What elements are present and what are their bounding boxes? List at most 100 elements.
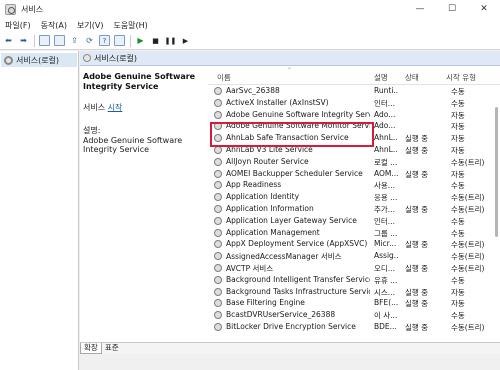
service-status: 실행 중: [405, 299, 429, 309]
service-description: Assig...: [374, 251, 398, 261]
service-name: AppX Deployment Service (AppXSVC): [226, 239, 368, 249]
service-startup-type: 수동(트리): [451, 252, 485, 262]
menu-view[interactable]: 보기(V): [72, 20, 108, 31]
service-gear-icon: [214, 145, 222, 154]
service-description: 인터...: [374, 216, 395, 226]
forward-arrow-icon[interactable]: ➡: [18, 35, 29, 46]
service-startup-type: 수동: [451, 98, 465, 108]
refresh-icon[interactable]: ⟳: [84, 35, 95, 46]
tree-item-services-local[interactable]: 서비스(로컬): [1, 53, 77, 67]
menu-bar: 파일(F) 동작(A) 보기(V) 도움말(H): [0, 18, 500, 32]
export-icon[interactable]: ⇪: [69, 35, 80, 46]
service-row[interactable]: BitLocker Drive Encryption Service BDE...…: [208, 321, 500, 333]
scroll-thumb[interactable]: [495, 107, 498, 237]
menu-help[interactable]: 도움말(H): [108, 20, 152, 31]
service-row[interactable]: Application Identity 응용 ... 수동(트리): [208, 191, 500, 203]
back-arrow-icon[interactable]: ⬅: [3, 35, 14, 46]
service-description: 추가...: [374, 204, 395, 214]
list-header: ⌃ 이름 설명 상태 시작 유형: [208, 67, 500, 85]
pause-icon[interactable]: ❚❚: [165, 35, 177, 46]
title-bar: 서비스 — ☐ ✕: [0, 0, 500, 18]
pane-header-title: 서비스(로컬): [94, 53, 138, 63]
help-icon[interactable]: ?: [99, 35, 110, 46]
service-row[interactable]: AppX Deployment Service (AppXSVC) Micr...…: [208, 238, 500, 250]
status-bar: [80, 354, 500, 370]
service-description: Runti...: [374, 86, 398, 95]
service-description: 그룹 ...: [374, 228, 398, 238]
service-startup-type: 수동(트리): [451, 263, 485, 273]
console-tree-icon[interactable]: [39, 35, 50, 46]
highlight-box: [210, 122, 374, 147]
service-row[interactable]: Background Intelligent Transfer Service 유…: [208, 274, 500, 286]
service-row[interactable]: App Readiness 사용... 수동: [208, 179, 500, 191]
service-row[interactable]: Application Information 추가... 실행 중 수동(트리): [208, 203, 500, 215]
service-row[interactable]: AllJoyn Router Service 로컬 ... 수동(트리): [208, 156, 500, 168]
column-header-name[interactable]: 이름: [217, 72, 231, 83]
description-text: Adobe Genuine Software Integrity Service: [83, 136, 183, 154]
toolbar: ⬅ ➡ ⇪ ⟳ ? ▶ ■ ❚❚ ▶: [0, 32, 500, 50]
service-gear-icon: [214, 181, 222, 190]
start-icon[interactable]: ▶: [135, 35, 146, 46]
service-gear-icon: [214, 275, 222, 284]
service-gear-icon: [214, 87, 222, 95]
service-gear-icon: [214, 252, 222, 261]
service-startup-type: 자동: [451, 110, 465, 120]
minimize-button[interactable]: —: [404, 0, 436, 18]
maximize-button[interactable]: ☐: [436, 0, 468, 18]
service-description: 로컬 ...: [374, 157, 398, 167]
service-description: 유휴 ...: [374, 275, 398, 285]
service-row[interactable]: Adobe Genuine Software Integrity Service…: [208, 109, 500, 121]
service-row[interactable]: Application Management 그룹 ... 수동: [208, 227, 500, 239]
service-row[interactable]: Application Layer Gateway Service 인터... 수동: [208, 215, 500, 227]
service-name: AllJoyn Router Service: [226, 156, 309, 166]
service-description: Ado...: [374, 121, 396, 131]
service-status: 실행 중: [405, 322, 429, 332]
column-header-description[interactable]: 설명: [374, 72, 388, 83]
tab-extended[interactable]: 확장: [80, 343, 102, 354]
services-pane: 서비스(로컬) Adobe Genuine Software Integrity…: [80, 51, 500, 370]
service-gear-icon: [214, 240, 222, 249]
tab-standard[interactable]: 표준: [102, 343, 122, 354]
column-header-status[interactable]: 상태: [405, 72, 419, 83]
service-description: 이 사...: [374, 311, 398, 321]
service-name: AOMEI Backupper Scheduler Service: [226, 168, 363, 178]
service-startup-type: 수동(트리): [451, 204, 485, 214]
service-row[interactable]: Base Filtering Engine BFE(... 실행 중 자동: [208, 297, 500, 309]
console-icon[interactable]: [114, 35, 125, 46]
tree-item-label: 서비스(로컬): [16, 55, 60, 65]
vertical-scrollbar[interactable]: [493, 67, 500, 343]
menu-file[interactable]: 파일(F): [0, 20, 36, 31]
service-gear-icon: [214, 169, 222, 178]
properties-icon[interactable]: [54, 35, 65, 46]
service-startup-type: 자동: [451, 299, 465, 309]
gear-icon: [83, 54, 91, 62]
service-gear-icon: [214, 98, 222, 107]
service-startup-type: 수동(트리): [451, 240, 485, 250]
service-description: 오디...: [374, 263, 395, 273]
service-row[interactable]: AVCTP 서비스 오디... 실행 중 수동(트리): [208, 262, 500, 274]
service-row[interactable]: AarSvc_26388 Runti... 수동: [208, 85, 500, 97]
service-row[interactable]: BcastDVRUserService_26388 이 사... 수동: [208, 309, 500, 321]
service-row[interactable]: AOMEI Backupper Scheduler Service AOM... 실…: [208, 168, 500, 180]
service-gear-icon: [214, 193, 222, 202]
service-row[interactable]: AssignedAccessManager 서비스 Assig... 수동(트리): [208, 250, 500, 262]
service-row[interactable]: ActiveX Installer (AxInstSV) 인터... 수동: [208, 97, 500, 109]
service-name: AarSvc_26388: [226, 86, 280, 95]
service-name: Adobe Genuine Software Integrity Service: [226, 109, 370, 119]
gear-icon: [4, 55, 13, 65]
service-startup-type: 자동: [451, 287, 465, 297]
column-header-startup-type[interactable]: 시작 유형: [446, 72, 476, 83]
service-gear-icon: [214, 263, 222, 272]
service-gear-icon: [214, 157, 222, 166]
close-button[interactable]: ✕: [468, 0, 500, 18]
start-service-link[interactable]: 시작: [108, 103, 123, 112]
stop-icon[interactable]: ■: [150, 35, 161, 46]
service-gear-icon: [214, 311, 222, 320]
service-row[interactable]: Background Tasks Infrastructure Service 시…: [208, 286, 500, 298]
service-detail-panel: Adobe Genuine Software Integrity Service…: [80, 67, 206, 341]
service-description: BFE(...: [374, 298, 398, 308]
service-description: 인터...: [374, 98, 395, 108]
menu-action[interactable]: 동작(A): [36, 20, 72, 31]
service-description: Ado...: [374, 109, 396, 119]
restart-icon[interactable]: ▶: [180, 35, 191, 46]
